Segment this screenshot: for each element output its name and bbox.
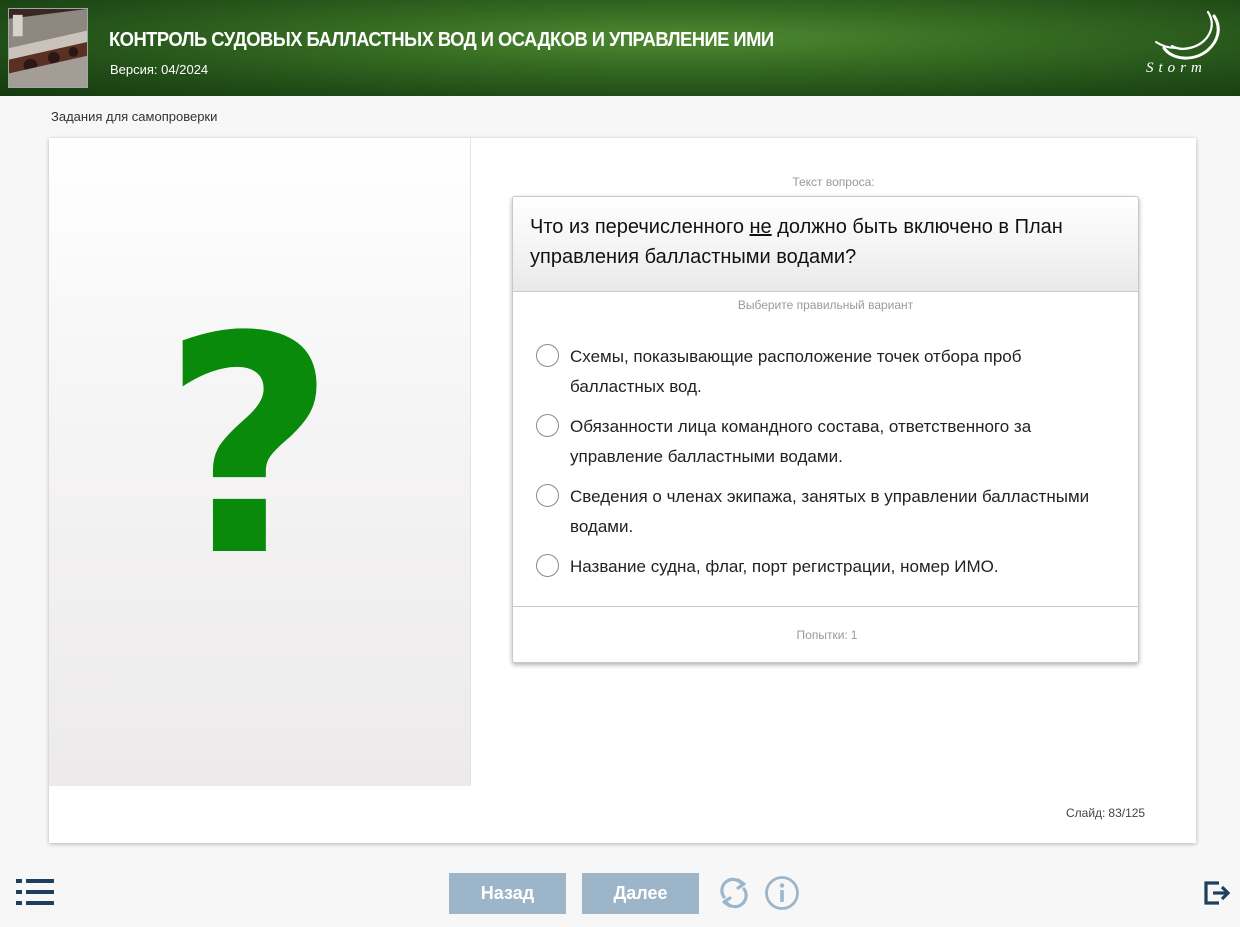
- course-title: КОНТРОЛЬ СУДОВЫХ БАЛЛАСТНЫХ ВОД И ОСАДКО…: [109, 29, 774, 51]
- info-icon[interactable]: [764, 875, 800, 911]
- slide-container: ? Текст вопроса: Что из перечисленного н…: [49, 138, 1196, 843]
- question-text-label: Текст вопроса:: [792, 175, 875, 189]
- answer-option-text: Обязанности лица командного состава, отв…: [570, 417, 1032, 466]
- section-label: Задания для самопроверки: [51, 109, 218, 124]
- answer-option-text: Сведения о членах экипажа, занятых в упр…: [570, 487, 1090, 536]
- answer-option-text: Название судна, флаг, порт регистрации, …: [570, 557, 999, 576]
- illustration-panel: ?: [49, 138, 471, 786]
- radio-button-icon[interactable]: [536, 414, 559, 437]
- question-card: Что из перечисленного не должно быть вкл…: [512, 196, 1139, 663]
- logo-text: Storm: [1146, 60, 1207, 76]
- exit-icon[interactable]: [1203, 879, 1231, 907]
- refresh-icon[interactable]: [716, 875, 752, 911]
- radio-button-icon[interactable]: [536, 344, 559, 367]
- question-emphasis: не: [749, 216, 772, 238]
- menu-icon[interactable]: [16, 879, 54, 905]
- question-footer: Попытки: 1: [513, 606, 1138, 662]
- back-button[interactable]: Назад: [449, 873, 566, 914]
- ship-thumbnail-image: [8, 8, 88, 88]
- question-mark-icon: ?: [161, 273, 337, 622]
- choose-option-label: Выберите правильный вариант: [737, 298, 914, 312]
- attempts-counter: Попытки: 1: [796, 628, 858, 642]
- next-button[interactable]: Далее: [582, 873, 699, 914]
- answer-option-text: Схемы, показывающие расположение точек о…: [570, 347, 1022, 396]
- question-header: Что из перечисленного не должно быть вкл…: [513, 197, 1138, 292]
- question-text: Что из перечисленного не должно быть вкл…: [530, 216, 1063, 268]
- version-label: Версия: 04/2024: [110, 62, 209, 77]
- radio-button-icon[interactable]: [536, 484, 559, 507]
- slide-counter: Слайд: 83/125: [1066, 806, 1146, 820]
- radio-button-icon[interactable]: [536, 554, 559, 577]
- header-bar: КОНТРОЛЬ СУДОВЫХ БАЛЛАСТНЫХ ВОД И ОСАДКО…: [0, 0, 1240, 96]
